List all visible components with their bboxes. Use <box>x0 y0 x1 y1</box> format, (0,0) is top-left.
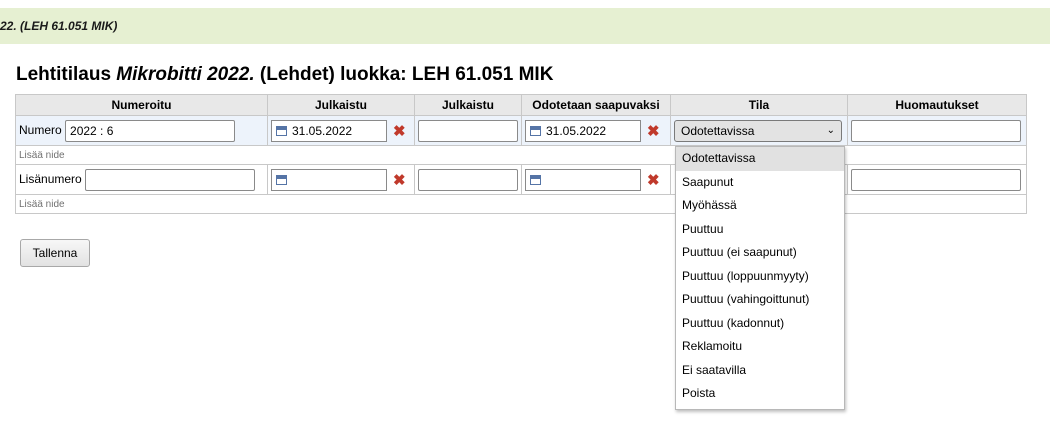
breadcrumb: 22. (LEH 61.051 MIK) <box>0 8 1050 44</box>
expected-date-value: 31.05.2022 <box>546 123 607 138</box>
numbered-cell: Numero <box>15 115 268 146</box>
status-option[interactable]: Myöhässä <box>676 194 844 218</box>
status-option[interactable]: Odotettavissa <box>676 147 844 171</box>
calendar-icon[interactable] <box>530 174 541 185</box>
status-option[interactable]: Puuttuu (vahingoittunut) <box>676 288 844 312</box>
status-option[interactable]: Poista <box>676 382 844 406</box>
add-volume-row: Lisää nide <box>15 194 1027 214</box>
published-date-value: 31.05.2022 <box>292 123 353 138</box>
notes-input[interactable] <box>851 168 1021 191</box>
status-dropdown-list: Odotettavissa Saapunut Myöhässä Puuttuu … <box>675 146 845 410</box>
published-date-cell: 31.05.2022 ✖ <box>267 115 415 146</box>
status-option[interactable]: Puuttuu (kadonnut) <box>676 312 844 336</box>
calendar-icon[interactable] <box>530 125 541 136</box>
supplement-number-input[interactable] <box>85 168 256 191</box>
numbered-cell: Lisänumero <box>15 164 268 195</box>
status-select[interactable]: Odotettavissa ⌄ <box>674 119 842 142</box>
issue-table: Numeroitu Julkaistu Julkaistu Odotetaan … <box>15 94 1027 214</box>
status-option[interactable]: Puuttuu (loppuunmyyty) <box>676 265 844 289</box>
published-date-cell: ✖ <box>267 164 415 195</box>
title-suffix: (Lehdet) luokka: LEH 61.051 MIK <box>254 64 554 85</box>
notes-cell <box>847 115 1027 146</box>
expected-date-input[interactable]: 31.05.2022 <box>525 119 641 142</box>
published-date-input[interactable] <box>271 168 387 191</box>
add-volume-link[interactable]: Lisää nide <box>15 145 1027 165</box>
save-button[interactable]: Tallenna <box>20 239 90 267</box>
status-option[interactable]: Puuttuu <box>676 218 844 242</box>
title-prefix: Lehtitilaus <box>16 64 117 85</box>
table-header-row: Numeroitu Julkaistu Julkaistu Odotetaan … <box>15 94 1027 116</box>
notes-input[interactable] <box>851 119 1021 142</box>
status-cell: Odotettavissa ⌄ <box>670 115 848 146</box>
number-label: Numero <box>19 122 62 137</box>
delete-x-icon[interactable]: ✖ <box>647 122 660 140</box>
published-text-cell <box>414 164 522 195</box>
calendar-icon[interactable] <box>276 174 287 185</box>
published-text-cell <box>414 115 522 146</box>
expected-date-input[interactable] <box>525 168 641 191</box>
notes-cell <box>847 164 1027 195</box>
add-volume-row: Lisää nide <box>15 145 1027 165</box>
published-text-input[interactable] <box>418 168 518 191</box>
status-option[interactable]: Ei saatavilla <box>676 359 844 383</box>
expected-date-cell: 31.05.2022 ✖ <box>521 115 671 146</box>
header-numbered: Numeroitu <box>15 94 268 116</box>
delete-x-icon[interactable]: ✖ <box>393 171 406 189</box>
published-text-input[interactable] <box>418 119 518 142</box>
status-selected-value: Odotettavissa <box>681 123 755 138</box>
status-option[interactable]: Saapunut <box>676 171 844 195</box>
delete-x-icon[interactable]: ✖ <box>647 171 660 189</box>
table-row: Numero 31.05.2022 ✖ 31.05.2022 ✖ Odotettav… <box>15 115 1027 146</box>
header-expected: Odotetaan saapuvaksi <box>521 94 671 116</box>
status-option[interactable]: Reklamoitu <box>676 335 844 359</box>
header-status: Tila <box>670 94 848 116</box>
header-published-text: Julkaistu <box>414 94 522 116</box>
delete-x-icon[interactable]: ✖ <box>393 122 406 140</box>
published-date-input[interactable]: 31.05.2022 <box>271 119 387 142</box>
supplement-label: Lisänumero <box>19 171 82 186</box>
expected-date-cell: ✖ <box>521 164 671 195</box>
add-volume-link[interactable]: Lisää nide <box>15 194 1027 214</box>
status-option[interactable]: Puuttuu (ei saapunut) <box>676 241 844 265</box>
table-row: Lisänumero ✖ ✖ <box>15 164 1027 195</box>
title-serial-name: Mikrobitti 2022. <box>116 64 255 85</box>
header-notes: Huomautukset <box>847 94 1027 116</box>
header-published: Julkaistu <box>267 94 415 116</box>
page-title: Lehtitilaus Mikrobitti 2022. (Lehdet) lu… <box>16 64 553 86</box>
number-input[interactable] <box>65 119 236 142</box>
chevron-down-icon[interactable]: ⌄ <box>827 125 835 136</box>
calendar-icon[interactable] <box>276 125 287 136</box>
